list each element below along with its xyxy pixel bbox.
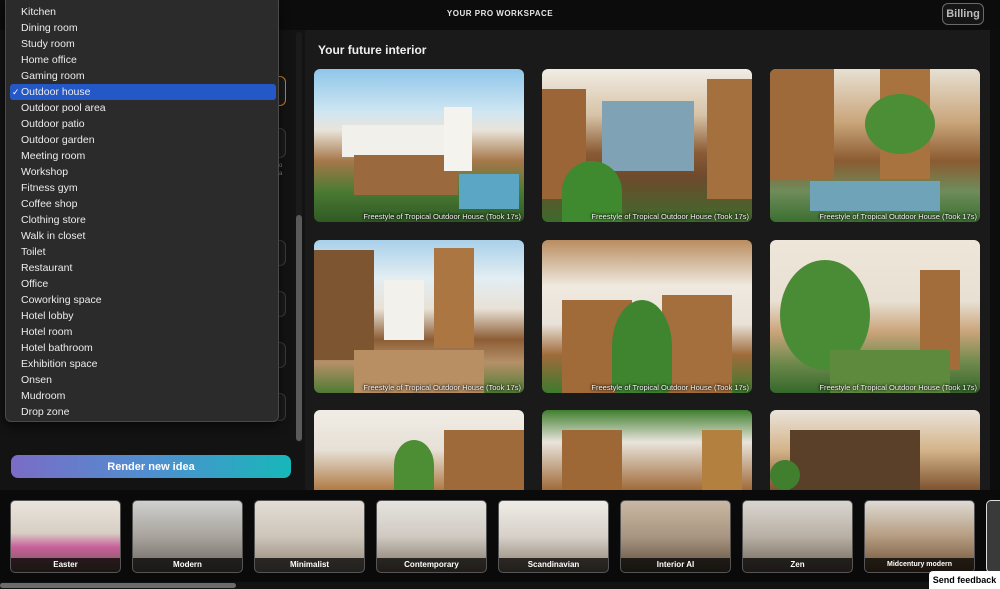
style-card-easter[interactable]: Easter bbox=[10, 500, 121, 573]
style-card-midcentury-modern[interactable]: Midcentury modern bbox=[864, 500, 975, 573]
option-workshop[interactable]: Workshop bbox=[10, 164, 276, 180]
option-coffee-shop[interactable]: Coffee shop bbox=[10, 196, 276, 212]
option-label: Outdoor house bbox=[21, 86, 91, 98]
option-drop-zone[interactable]: Drop zone bbox=[10, 404, 276, 420]
result-image[interactable]: Freestyle of Tropical Outdoor House (Too… bbox=[314, 69, 524, 222]
option-outdoor-pool-area[interactable]: Outdoor pool area bbox=[10, 100, 276, 116]
style-label: Contemporary bbox=[377, 558, 486, 572]
render-new-idea-button[interactable]: Render new idea bbox=[11, 455, 291, 478]
result-caption: Freestyle of Tropical Outdoor House (Too… bbox=[363, 212, 521, 221]
option-outdoor-house[interactable]: ✓ Outdoor house bbox=[10, 84, 276, 100]
style-label: Scandinavian bbox=[499, 558, 608, 572]
option-office[interactable]: Office bbox=[10, 276, 276, 292]
option-kitchen[interactable]: Kitchen bbox=[10, 4, 276, 20]
option-outdoor-garden[interactable]: Outdoor garden bbox=[10, 132, 276, 148]
mode-select[interactable] bbox=[278, 128, 286, 158]
style-label: Minimalist bbox=[255, 558, 364, 572]
option-clothing-store[interactable]: Clothing store bbox=[10, 212, 276, 228]
style-card-modern[interactable]: Modern bbox=[132, 500, 243, 573]
result-image[interactable]: Freestyle of Tropical Outdoor House (Too… bbox=[770, 69, 980, 222]
option-gaming-room[interactable]: Gaming room bbox=[10, 68, 276, 84]
result-image[interactable] bbox=[770, 410, 980, 490]
style-label: Zen bbox=[743, 558, 852, 572]
option-walk-in-closet[interactable]: Walk in closet bbox=[10, 228, 276, 244]
option-select[interactable] bbox=[278, 342, 286, 368]
results-scrollbar[interactable] bbox=[990, 30, 1000, 490]
result-caption: Freestyle of Tropical Outdoor House (Too… bbox=[591, 383, 749, 392]
style-card-minimalist[interactable]: Minimalist bbox=[254, 500, 365, 573]
option-onsen[interactable]: Onsen bbox=[10, 372, 276, 388]
result-caption: Freestyle of Tropical Outdoor House (Too… bbox=[819, 212, 977, 221]
result-caption: Freestyle of Tropical Outdoor House (Too… bbox=[363, 383, 521, 392]
room-type-select[interactable] bbox=[278, 76, 286, 106]
result-image[interactable] bbox=[314, 410, 524, 490]
option-select[interactable] bbox=[278, 393, 286, 421]
room-type-dropdown: Kitchen Dining room Study room Home offi… bbox=[5, 0, 279, 422]
option-fitness-gym[interactable]: Fitness gym bbox=[10, 180, 276, 196]
option-home-office[interactable]: Home office bbox=[10, 52, 276, 68]
result-image[interactable]: Freestyle of Tropical Outdoor House (Too… bbox=[542, 240, 752, 393]
carousel-scrollbar-thumb[interactable] bbox=[0, 583, 236, 588]
option-study-room[interactable]: Study room bbox=[10, 36, 276, 52]
left-scrollbar-thumb[interactable] bbox=[296, 215, 302, 441]
result-image[interactable]: Freestyle of Tropical Outdoor House (Too… bbox=[542, 69, 752, 222]
style-card-zen[interactable]: Zen bbox=[742, 500, 853, 573]
style-label: Interior AI bbox=[621, 558, 730, 572]
option-meeting-room[interactable]: Meeting room bbox=[10, 148, 276, 164]
hint-fragment: o bbox=[279, 163, 283, 169]
result-caption: Freestyle of Tropical Outdoor House (Too… bbox=[591, 212, 749, 221]
option-dining-room[interactable]: Dining room bbox=[10, 20, 276, 36]
result-caption: Freestyle of Tropical Outdoor House (Too… bbox=[819, 383, 977, 392]
style-card-scandinavian[interactable]: Scandinavian bbox=[498, 500, 609, 573]
style-card-contemporary[interactable]: Contemporary bbox=[376, 500, 487, 573]
style-label: Modern bbox=[133, 558, 242, 572]
hint-fragment: a bbox=[279, 171, 283, 177]
option-toilet[interactable]: Toilet bbox=[10, 244, 276, 260]
send-feedback-button[interactable]: Send feedback bbox=[929, 571, 1000, 589]
option-coworking-space[interactable]: Coworking space bbox=[10, 292, 276, 308]
style-select[interactable] bbox=[278, 240, 286, 266]
option-hotel-room[interactable]: Hotel room bbox=[10, 324, 276, 340]
option-select[interactable] bbox=[278, 291, 286, 317]
option-hotel-lobby[interactable]: Hotel lobby bbox=[10, 308, 276, 324]
style-card-interior-ai[interactable]: Interior AI bbox=[620, 500, 731, 573]
option-outdoor-patio[interactable]: Outdoor patio bbox=[10, 116, 276, 132]
result-image[interactable]: Freestyle of Tropical Outdoor House (Too… bbox=[770, 240, 980, 393]
billing-button[interactable]: Billing bbox=[942, 3, 984, 25]
result-image[interactable]: Freestyle of Tropical Outdoor House (Too… bbox=[314, 240, 524, 393]
option-hotel-bathroom[interactable]: Hotel bathroom bbox=[10, 340, 276, 356]
workspace-title: YOUR PRO WORKSPACE bbox=[446, 9, 554, 18]
option-mudroom[interactable]: Mudroom bbox=[10, 388, 276, 404]
results-title: Your future interior bbox=[318, 43, 427, 57]
style-label: Easter bbox=[11, 558, 120, 572]
option-restaurant[interactable]: Restaurant bbox=[10, 260, 276, 276]
checkmark-icon: ✓ bbox=[12, 87, 20, 97]
option-exhibition-space[interactable]: Exhibition space bbox=[10, 356, 276, 372]
style-label: Midcentury modern bbox=[865, 558, 974, 572]
style-card-partial[interactable] bbox=[986, 500, 1000, 573]
result-image[interactable] bbox=[542, 410, 752, 490]
